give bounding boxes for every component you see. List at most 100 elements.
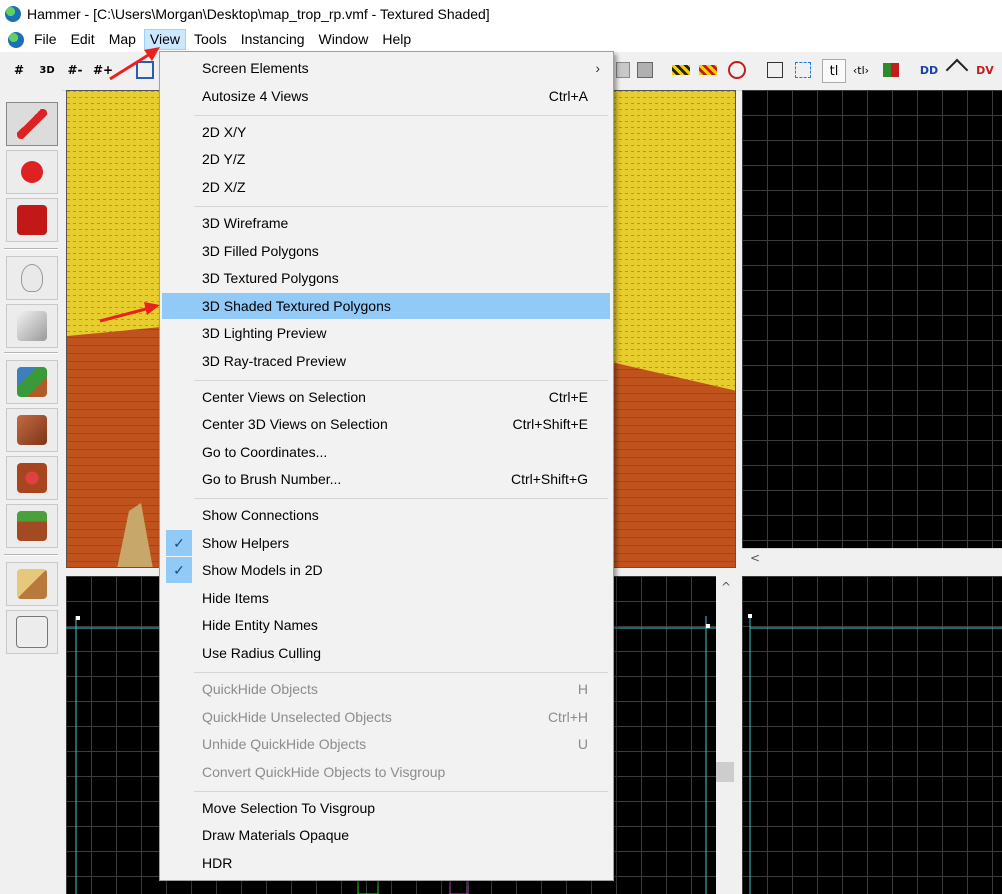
apply-overlay-button[interactable] <box>6 504 58 548</box>
texture-application-button[interactable] <box>6 360 58 404</box>
menu-item-screen-elements[interactable]: Screen Elements › <box>162 55 610 81</box>
decal-cube-icon <box>17 463 47 493</box>
menu-item-move-selection-to-visgroup[interactable]: Move Selection To Visgroup <box>162 795 610 821</box>
menu-item-show-helpers[interactable]: ✓ Show Helpers <box>162 530 610 556</box>
menu-separator <box>194 115 608 116</box>
dv-icon: DV <box>976 63 994 77</box>
menu-item-go-to-brush-number[interactable]: Go to Brush Number... Ctrl+Shift+G <box>162 466 610 492</box>
menu-item-go-to-coordinates[interactable]: Go to Coordinates... <box>162 439 610 465</box>
menu-item-3d-filled-polygons[interactable]: 3D Filled Polygons <box>162 238 610 264</box>
apply-texture-button[interactable] <box>6 408 58 452</box>
menu-item-center-views-on-selection[interactable]: Center Views on Selection Ctrl+E <box>162 384 610 410</box>
tool-palette <box>0 90 62 665</box>
menu-instancing[interactable]: Instancing <box>235 29 311 50</box>
vertex-handle[interactable] <box>706 624 710 628</box>
menu-item-hide-items[interactable]: Hide Items <box>162 585 610 611</box>
copy-button[interactable] <box>612 59 634 81</box>
menu-item-3d-shaded-textured-polygons[interactable]: 3D Shaded Textured Polygons <box>162 293 610 319</box>
larger-grid-button[interactable]: #+ <box>92 59 114 81</box>
menu-view[interactable]: View <box>143 29 187 50</box>
paste-button[interactable] <box>634 59 656 81</box>
menu-item-3d-lighting-preview[interactable]: 3D Lighting Preview <box>162 320 610 346</box>
vertical-scrollbar[interactable]: ^ <box>716 576 736 894</box>
hazard-stripe-icon <box>672 65 690 75</box>
menu-item-show-models-in-2d[interactable]: ✓ Show Models in 2D <box>162 557 610 583</box>
grid-plus-icon: #+ <box>92 63 114 77</box>
menu-tools[interactable]: Tools <box>188 29 233 50</box>
selection-box-button[interactable] <box>792 59 814 81</box>
textured-cube-icon <box>17 367 47 397</box>
hide-selection-button[interactable] <box>670 59 692 81</box>
window-title: Hammer - [C:\Users\Morgan\Desktop\map_tr… <box>27 5 490 22</box>
viewport-2d-top-right[interactable] <box>742 90 1002 548</box>
toggle-grid-button[interactable]: # <box>8 59 30 81</box>
cube-icon <box>17 311 47 341</box>
scroll-up-icon[interactable]: ^ <box>721 580 731 594</box>
menu-item-use-radius-culling[interactable]: Use Radius Culling <box>162 640 610 666</box>
palette-separator <box>4 352 58 354</box>
menu-item-unhide-quickhide-objects: Unhide QuickHide Objects U <box>202 736 588 752</box>
menu-window[interactable]: Window <box>313 29 375 50</box>
horizontal-scrollbar[interactable]: < <box>742 548 1002 569</box>
texture-lock-button[interactable]: tl <box>822 59 846 83</box>
apply-decal-button[interactable] <box>6 456 58 500</box>
clip-cube-icon <box>17 569 47 599</box>
vertex-handle[interactable] <box>76 616 80 620</box>
pointer-arrow-icon <box>17 109 47 139</box>
menu-help[interactable]: Help <box>376 29 417 50</box>
grid-icon: # <box>13 63 25 77</box>
menu-item-3d-wireframe[interactable]: 3D Wireframe <box>162 210 610 236</box>
hammer-app-icon <box>5 5 21 22</box>
radius-culling-button[interactable] <box>945 58 969 82</box>
menu-item-autosize-4-views[interactable]: Autosize 4 Views Ctrl+A <box>162 83 610 109</box>
menu-item-3d-ray-traced-preview[interactable]: 3D Ray-traced Preview <box>162 348 610 374</box>
system-menu-icon[interactable] <box>8 31 24 48</box>
entity-tool-button[interactable] <box>6 256 58 300</box>
paste-icon <box>637 62 653 78</box>
menu-item-convert-quickhide-to-visgroup: Convert QuickHide Objects to Visgroup <box>202 764 446 780</box>
menu-item-draw-materials-opaque[interactable]: Draw Materials Opaque <box>162 822 610 848</box>
menu-separator <box>194 672 608 673</box>
menu-item-2d-xz[interactable]: 2D X/Z <box>162 174 610 200</box>
texture-scaling-lock-button[interactable]: ‹tl› <box>850 59 872 81</box>
show-hidden-button[interactable] <box>726 59 748 81</box>
toggle-3d-grid-button[interactable]: 3D <box>36 59 58 81</box>
menu-separator <box>194 380 608 381</box>
display-detail-button[interactable]: DD <box>918 59 940 81</box>
menu-separator <box>194 206 608 207</box>
display-visgroups-button[interactable]: DV <box>974 59 996 81</box>
scroll-thumb[interactable] <box>716 762 734 782</box>
menu-item-center-3d-views-on-selection[interactable]: Center 3D Views on Selection Ctrl+Shift+E <box>162 411 610 437</box>
menu-item-3d-textured-polygons[interactable]: 3D Textured Polygons <box>162 265 610 291</box>
menu-item-quickhide-unselected-objects: QuickHide Unselected Objects Ctrl+H <box>202 709 588 725</box>
menu-bar: File Edit Map View Tools Instancing Wind… <box>0 27 1002 52</box>
submenu-arrow-icon: › <box>595 60 600 76</box>
scroll-left-icon[interactable]: < <box>750 551 760 565</box>
camera-tool-button[interactable] <box>6 198 58 242</box>
menu-item-hdr[interactable]: HDR <box>162 850 610 876</box>
selection-tool-button[interactable] <box>6 102 58 146</box>
menu-edit[interactable]: Edit <box>65 29 101 50</box>
magnify-tool-button[interactable] <box>6 150 58 194</box>
copy-icon <box>616 62 630 78</box>
toggle-models-button[interactable] <box>880 59 902 81</box>
entity-marker[interactable] <box>357 879 379 894</box>
menu-map[interactable]: Map <box>103 29 142 50</box>
clipping-tool-button[interactable] <box>6 562 58 606</box>
menu-item-show-connections[interactable]: Show Connections <box>162 502 610 528</box>
selection-box-icon <box>795 62 811 78</box>
menu-file[interactable]: File <box>28 29 63 50</box>
brick-cube-icon <box>17 415 47 445</box>
menu-item-quickhide-objects: QuickHide Objects H <box>202 681 588 697</box>
group-button[interactable] <box>134 59 156 81</box>
hide-unselected-button[interactable] <box>697 59 719 81</box>
block-tool-button[interactable] <box>6 304 58 348</box>
menu-item-hide-entity-names[interactable]: Hide Entity Names <box>162 612 610 638</box>
vertex-handle[interactable] <box>748 614 752 618</box>
smaller-grid-button[interactable]: #- <box>64 59 86 81</box>
vertex-tool-button[interactable] <box>6 610 58 654</box>
carve-button[interactable] <box>764 59 786 81</box>
viewport-2d-bottom-right[interactable] <box>742 576 1002 894</box>
menu-item-2d-xy[interactable]: 2D X/Y <box>162 119 610 145</box>
menu-item-2d-yz[interactable]: 2D Y/Z <box>162 146 610 172</box>
